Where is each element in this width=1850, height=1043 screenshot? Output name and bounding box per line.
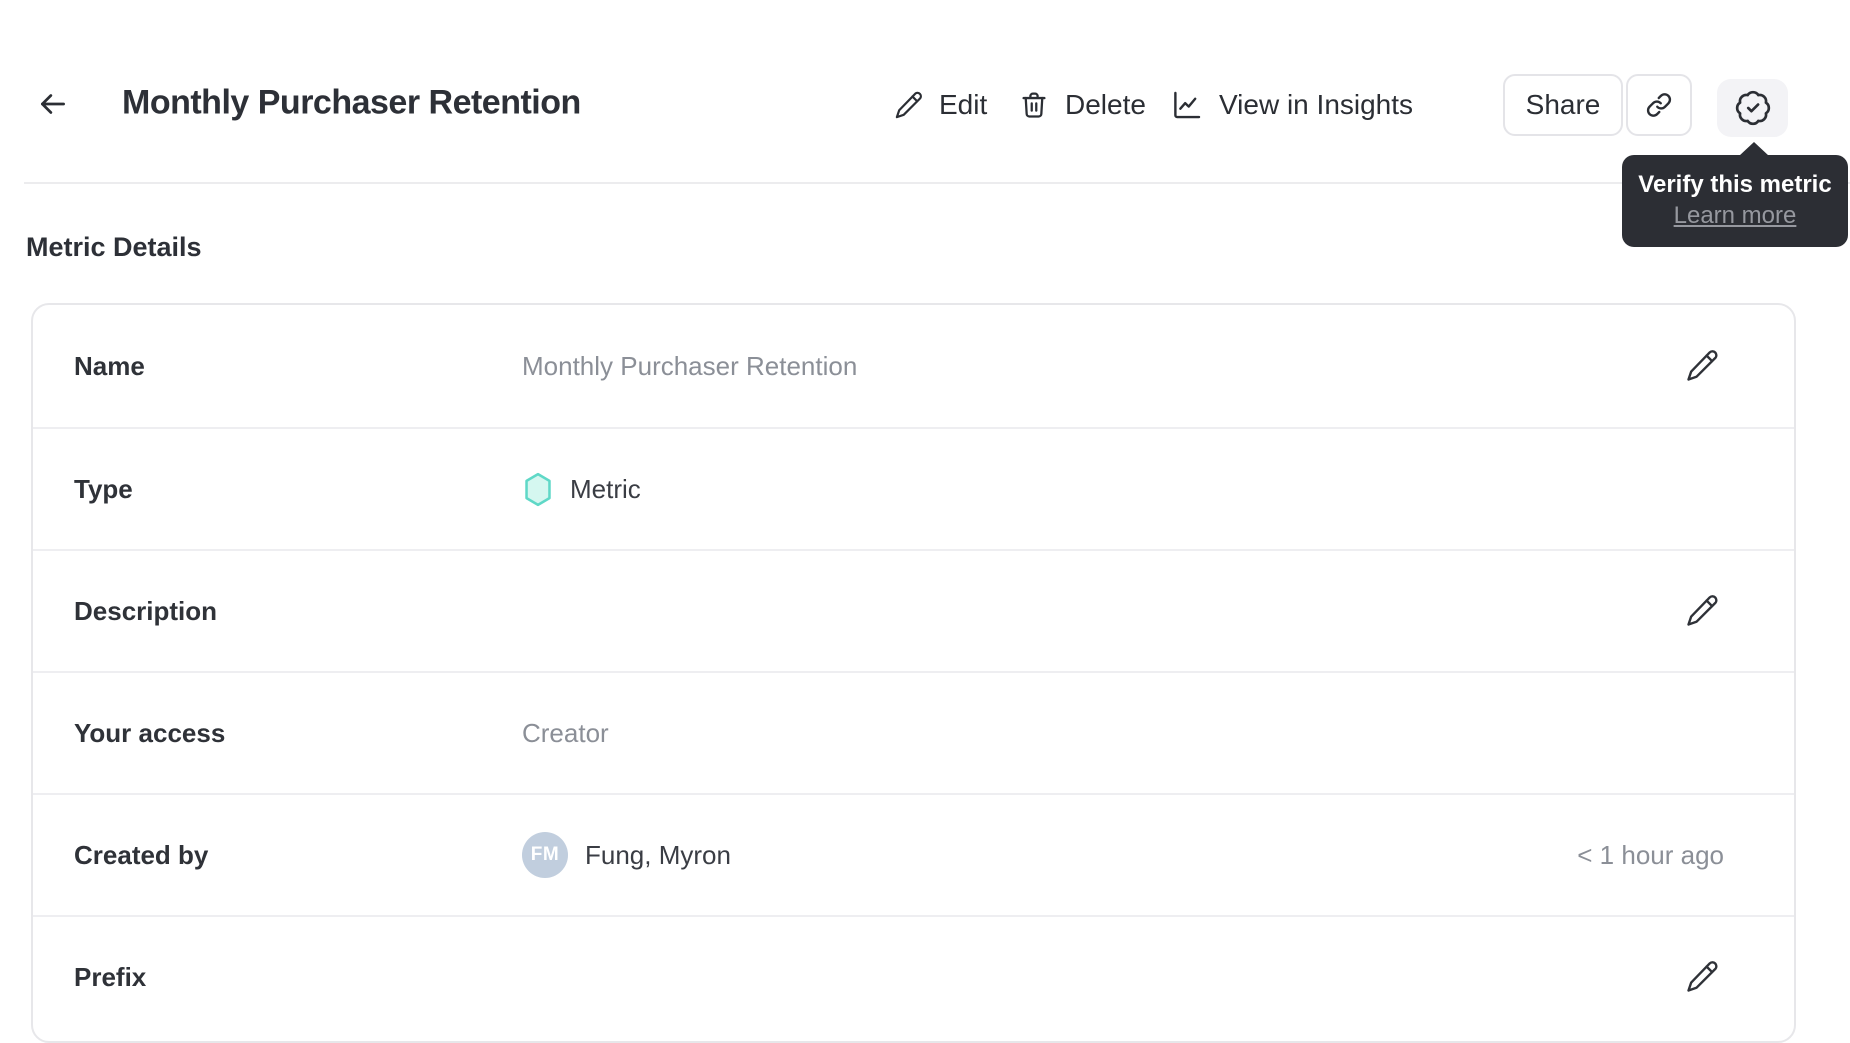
detail-rows: Name Monthly Purchaser Retention Type Me… xyxy=(33,305,1794,1037)
row-label: Type xyxy=(74,473,133,504)
view-in-insights-button[interactable]: View in Insights xyxy=(1170,88,1413,122)
row-label: Created by xyxy=(74,839,209,870)
trash-icon xyxy=(1018,89,1050,121)
share-label: Share xyxy=(1525,89,1601,120)
row-edit-button[interactable] xyxy=(1684,959,1720,995)
delete-button[interactable]: Delete xyxy=(1018,89,1146,121)
detail-row-your-access: Your access Creator xyxy=(33,671,1794,793)
row-value: FM Fung, Myron xyxy=(522,832,731,878)
line-chart-icon xyxy=(1170,88,1204,122)
detail-row-type: Type Metric xyxy=(33,427,1794,549)
verify-metric-tooltip: Verify this metric Learn more xyxy=(1622,142,1848,247)
back-button[interactable] xyxy=(36,87,70,121)
edit-label: Edit xyxy=(939,89,988,120)
row-value-text: Metric xyxy=(570,473,641,504)
detail-row-description: Description xyxy=(33,549,1794,671)
link-icon xyxy=(1644,90,1674,120)
row-edit-button[interactable] xyxy=(1684,593,1720,629)
avatar: FM xyxy=(522,832,568,878)
row-value-text: Creator xyxy=(522,717,609,748)
row-value-text: Fung, Myron xyxy=(585,839,731,870)
row-value: Creator xyxy=(522,718,609,749)
section-heading: Metric Details xyxy=(26,232,202,262)
metric-details-card: Name Monthly Purchaser Retention Type Me… xyxy=(31,303,1796,1043)
delete-label: Delete xyxy=(1065,89,1146,120)
verified-badge-icon xyxy=(1734,89,1772,127)
page-title: Monthly Purchaser Retention xyxy=(122,83,581,122)
pencil-icon xyxy=(893,90,924,121)
view-in-insights-label: View in Insights xyxy=(1219,89,1414,120)
tooltip-title: Verify this metric xyxy=(1638,171,1832,198)
row-label: Prefix xyxy=(74,961,147,992)
arrow-left-icon xyxy=(36,87,70,121)
metric-hexagon-icon xyxy=(522,472,554,507)
detail-row-name: Name Monthly Purchaser Retention xyxy=(33,305,1794,427)
row-value: Metric xyxy=(522,472,641,507)
detail-row-created-by: Created by FM Fung, Myron < 1 hour ago xyxy=(33,793,1794,915)
row-label: Name xyxy=(74,350,145,381)
row-label: Your access xyxy=(74,717,226,748)
edit-button[interactable]: Edit xyxy=(893,89,987,121)
verify-metric-button[interactable] xyxy=(1717,79,1788,137)
detail-row-prefix: Prefix xyxy=(33,915,1794,1037)
header-divider xyxy=(24,182,1850,184)
row-value: Monthly Purchaser Retention xyxy=(522,351,857,382)
row-timestamp: < 1 hour ago xyxy=(1577,839,1724,870)
share-button[interactable]: Share xyxy=(1503,74,1623,136)
copy-link-button[interactable] xyxy=(1626,74,1692,136)
row-edit-button[interactable] xyxy=(1684,348,1720,384)
row-label: Description xyxy=(74,595,218,626)
row-value-text: Monthly Purchaser Retention xyxy=(522,350,858,381)
learn-more-link[interactable]: Learn more xyxy=(1674,200,1797,231)
